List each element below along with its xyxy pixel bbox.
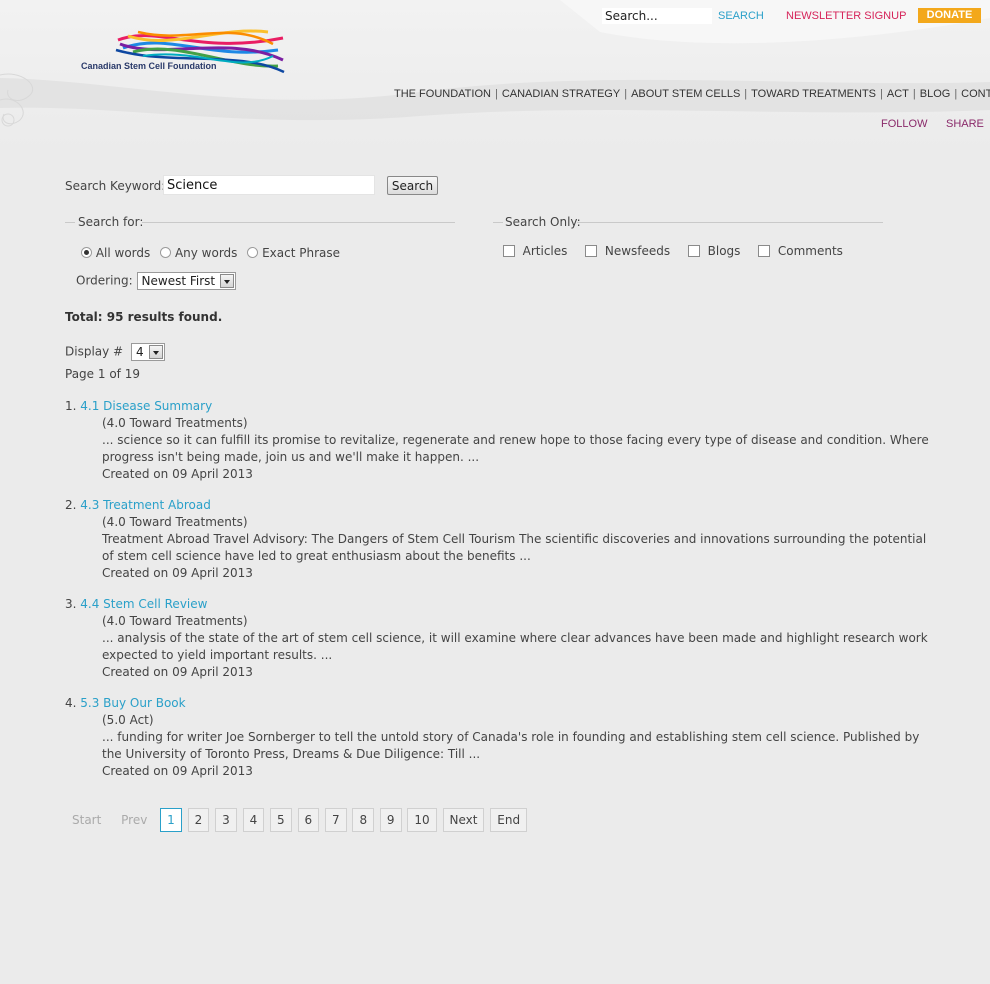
- pagination-next[interactable]: Next: [442, 808, 485, 832]
- pagination-page-3[interactable]: 3: [215, 808, 237, 832]
- nav-blog[interactable]: BLOG: [920, 88, 951, 100]
- result-snippet: Treatment Abroad Travel Advisory: The Da…: [102, 532, 927, 563]
- nav-act[interactable]: ACT: [887, 88, 909, 100]
- search-only-line-right: [577, 222, 883, 223]
- search-for-line-left: [65, 222, 75, 223]
- result-item: 1. 4.1 Disease Summary (4.0 Toward Treat…: [65, 398, 935, 483]
- ordering-select[interactable]: Newest First: [136, 272, 237, 290]
- share-link[interactable]: SHARE: [946, 118, 984, 130]
- radio-exact-phrase[interactable]: Exact Phrase: [247, 246, 340, 260]
- result-snippet: ... analysis of the state of the art of …: [102, 631, 928, 662]
- ordering-row: Ordering: Newest First: [76, 272, 237, 290]
- display-label: Display #: [65, 344, 124, 359]
- nav-contact[interactable]: CONTACT: [961, 88, 990, 100]
- pagination-end[interactable]: End: [490, 808, 528, 832]
- result-created: Created on 09 April 2013: [102, 467, 253, 481]
- pagination-page-6[interactable]: 6: [297, 808, 320, 832]
- result-item: 4. 5.3 Buy Our Book (5.0 Act) ... fundin…: [65, 695, 935, 780]
- result-title-link[interactable]: 4.3 Treatment Abroad: [80, 498, 211, 512]
- main-navigation: THE FOUNDATION | CANADIAN STRATEGY | ABOUT S…: [394, 88, 990, 100]
- checkbox-blogs[interactable]: Blogs: [687, 244, 740, 258]
- search-for-legend: Search for:: [78, 215, 144, 229]
- checkbox-newsfeeds[interactable]: Newsfeeds: [585, 244, 670, 258]
- pagination-page-1[interactable]: 1: [160, 808, 182, 832]
- result-created: Created on 09 April 2013: [102, 764, 253, 778]
- search-only-legend: Search Only:: [505, 215, 581, 229]
- logo-text: Canadian Stem Cell Foundation: [81, 61, 217, 71]
- result-snippet: ... funding for writer Joe Sornberger to…: [102, 730, 920, 761]
- result-created: Created on 09 April 2013: [102, 665, 253, 679]
- results-list: 1. 4.1 Disease Summary (4.0 Toward Treat…: [65, 398, 935, 794]
- pagination-page-2[interactable]: 2: [187, 808, 210, 832]
- ordering-label: Ordering:: [76, 273, 133, 288]
- search-only-line-left: [493, 222, 503, 223]
- display-count-select[interactable]: 4: [130, 343, 165, 361]
- display-count-row: Display # 4: [65, 343, 165, 361]
- pagination-page-4[interactable]: 4: [242, 808, 265, 832]
- donate-button[interactable]: DONATE: [918, 8, 981, 23]
- result-snippet: ... science so it can fulfill its promis…: [102, 433, 929, 464]
- pagination-page-8[interactable]: 8: [352, 808, 375, 832]
- result-section: (4.0 Toward Treatments): [102, 515, 248, 529]
- result-section: (4.0 Toward Treatments): [102, 614, 248, 628]
- nav-toward-treatments[interactable]: TOWARD TREATMENTS: [751, 88, 876, 100]
- result-title-link[interactable]: 4.4 Stem Cell Review: [80, 597, 207, 611]
- checkbox-comments[interactable]: Comments: [758, 244, 843, 258]
- pagination-start: Start: [72, 813, 102, 827]
- pagination: Start Prev 1 2 3 4 5 6 7 8 9 10 Next End: [65, 808, 529, 832]
- foundation-logo-ribbons[interactable]: [78, 20, 288, 80]
- search-mode-radios: All words Any words Exact Phrase: [81, 246, 346, 260]
- chevron-down-icon: [148, 345, 163, 359]
- follow-link[interactable]: FOLLOW: [881, 118, 927, 130]
- nav-canadian-strategy[interactable]: CANADIAN STRATEGY: [502, 88, 620, 100]
- search-button[interactable]: Search: [387, 176, 438, 195]
- site-header: Canadian Stem Cell Foundation SEARCH NEW…: [0, 0, 990, 150]
- search-for-line-right: [142, 222, 455, 223]
- search-area-checkboxes: Articles Newsfeeds Blogs Comments: [503, 244, 857, 258]
- result-title-link[interactable]: 4.1 Disease Summary: [80, 399, 212, 413]
- pagination-prev: Prev: [121, 813, 148, 827]
- page-info: Page 1 of 19: [65, 367, 140, 381]
- result-created: Created on 09 April 2013: [102, 566, 253, 580]
- keyword-label: Search Keyword:: [65, 179, 166, 193]
- result-section: (5.0 Act): [102, 713, 154, 727]
- checkbox-articles[interactable]: Articles: [503, 244, 567, 258]
- pagination-page-7[interactable]: 7: [324, 808, 347, 832]
- top-search-button[interactable]: SEARCH: [718, 10, 764, 22]
- nav-about-stem-cells[interactable]: ABOUT STEM CELLS: [631, 88, 740, 100]
- results-total: Total: 95 results found.: [65, 310, 223, 324]
- radio-all-words[interactable]: All words: [81, 246, 150, 260]
- radio-any-words[interactable]: Any words: [160, 246, 237, 260]
- result-item: 2. 4.3 Treatment Abroad (4.0 Toward Trea…: [65, 497, 935, 582]
- radio-any-words-control[interactable]: [160, 247, 172, 258]
- radio-all-words-control[interactable]: [81, 247, 92, 258]
- keyword-input[interactable]: [163, 175, 375, 195]
- chevron-down-icon: [220, 274, 235, 288]
- radio-exact-phrase-control[interactable]: [247, 247, 259, 258]
- newsletter-signup-link[interactable]: NEWSLETTER SIGNUP: [786, 10, 906, 22]
- result-item: 3. 4.4 Stem Cell Review (4.0 Toward Trea…: [65, 596, 935, 681]
- pagination-page-5[interactable]: 5: [270, 808, 292, 832]
- pagination-page-9[interactable]: 9: [379, 808, 402, 832]
- result-title-link[interactable]: 5.3 Buy Our Book: [80, 696, 185, 710]
- pagination-page-10[interactable]: 10: [407, 808, 437, 832]
- result-section: (4.0 Toward Treatments): [102, 416, 248, 430]
- top-search-input[interactable]: [602, 8, 712, 24]
- nav-the-foundation[interactable]: THE FOUNDATION: [394, 88, 491, 100]
